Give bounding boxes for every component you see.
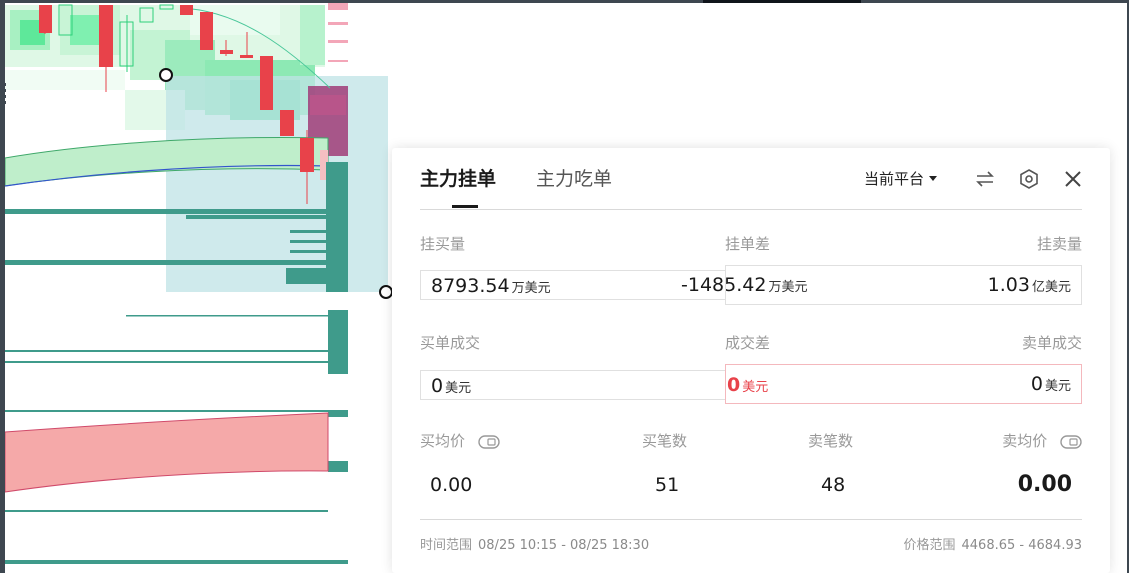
buy-trade-value: 0 美元 <box>420 370 725 400</box>
price-range-value: 4468.65 - 4684.93 <box>961 538 1082 553</box>
buy-trade-unit: 美元 <box>445 381 472 396</box>
time-range-label: 时间范围 <box>420 538 473 553</box>
ma-band-red <box>4 412 329 493</box>
sell-trade-unit: 美元 <box>1044 379 1071 394</box>
trade-diff-value: 0 美元 <box>727 370 847 400</box>
close-icon[interactable] <box>1062 168 1084 190</box>
buy-volume-unit: 万美元 <box>511 281 551 296</box>
trade-diff-label: 成交差 <box>725 334 771 352</box>
platform-dropdown[interactable]: 当前平台 <box>864 168 938 190</box>
time-range-value: 08/25 10:15 - 08/25 18:30 <box>478 538 650 553</box>
toggle-icon[interactable] <box>478 434 500 449</box>
frame-top <box>0 0 1129 3</box>
buy-avg-price-value: 0.00 <box>430 474 473 496</box>
heatmap-red-block <box>310 95 346 115</box>
order-diff-label: 挂单差 <box>725 235 771 253</box>
top-bar <box>703 0 861 3</box>
price-range: 价格范围 4468.65 - 4684.93 <box>904 537 1083 555</box>
drag-handle[interactable] <box>159 68 173 82</box>
buy-avg-price-text: 买均价 <box>420 432 466 450</box>
toggle-icon[interactable] <box>1060 434 1082 449</box>
sell-volume-value: 1.03 亿美元 <box>725 265 1082 305</box>
sell-trade-number: 0 <box>1030 373 1043 395</box>
buy-trade-number: 0 <box>431 375 444 397</box>
sell-avg-price-value: 0.00 <box>1017 472 1072 497</box>
time-range: 时间范围 08/25 10:15 - 08/25 18:30 <box>420 537 649 555</box>
drag-handle[interactable] <box>379 285 393 299</box>
buy-count-label: 买笔数 <box>642 432 688 450</box>
footer-divider <box>420 519 1082 520</box>
buy-avg-price-label: 买均价 <box>420 431 500 451</box>
trade-diff-number: 0 <box>727 374 741 396</box>
sell-trade-label: 卖单成交 <box>1021 334 1082 352</box>
buy-trade-label: 买单成交 <box>420 334 481 352</box>
sell-volume-unit: 亿美元 <box>1031 280 1071 295</box>
buy-count-value: 51 <box>655 474 680 496</box>
sell-count-label: 卖笔数 <box>808 432 854 450</box>
sell-volume-label: 挂卖量 <box>1036 235 1082 253</box>
tab-main-taker[interactable]: 主力吃单 <box>536 166 612 192</box>
buy-volume-number: 8793.54 <box>431 275 510 297</box>
sell-avg-price-text: 卖均价 <box>1002 432 1048 450</box>
buy-volume-value: 8793.54 万美元 <box>420 270 725 300</box>
settings-icon[interactable] <box>1018 168 1040 190</box>
caret-down-icon <box>929 176 938 181</box>
trade-diff-unit: 美元 <box>742 380 769 395</box>
buy-volume-label: 挂买量 <box>420 235 466 253</box>
tab-main-orders[interactable]: 主力挂单 <box>420 166 496 192</box>
sell-avg-price-label: 卖均价 <box>1002 431 1082 451</box>
main-orders-panel: 主力挂单 主力吃单 当前平台 挂买量 挂单差 挂卖量 8793.54 万美元 -1… <box>392 148 1110 573</box>
menu-icon[interactable] <box>0 83 6 107</box>
header-divider <box>420 209 1082 210</box>
selection-area[interactable] <box>166 76 388 292</box>
platform-label: 当前平台 <box>864 170 925 188</box>
swap-icon[interactable] <box>974 168 996 190</box>
sell-count-value: 48 <box>821 474 846 496</box>
sell-volume-number: 1.03 <box>987 274 1030 296</box>
price-range-label: 价格范围 <box>903 538 956 553</box>
tab-underline <box>452 205 478 208</box>
